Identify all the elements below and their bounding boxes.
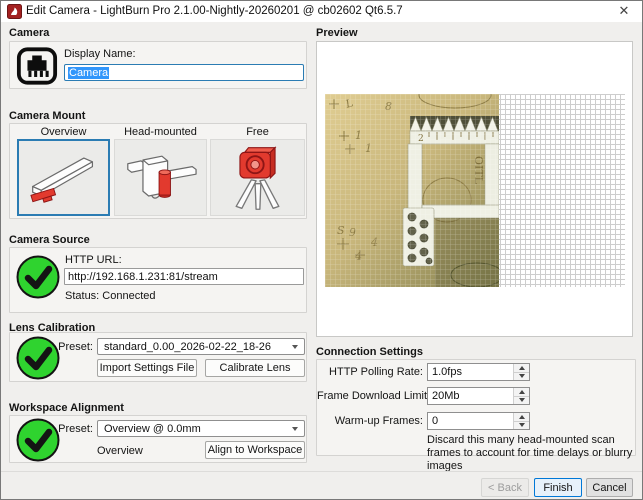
lens-preset-label: Preset: (58, 341, 93, 353)
workspace-alignment-group: Preset: Overview @ 0.0mm Overview Align … (9, 415, 307, 463)
tripod-camera-icon (235, 146, 280, 210)
workspace-alignment-section-header: Workspace Alignment (9, 402, 124, 414)
mount-head-mounted-label: Head-mounted (124, 126, 197, 138)
mount-option-head-mounted[interactable] (114, 139, 207, 216)
back-button[interactable]: < Back (481, 478, 529, 497)
download-limit-label: Frame Download Limit: (317, 390, 431, 402)
polling-rate-value: 1.0fps (432, 366, 462, 378)
lens-preset-combo[interactable]: standard_0.00_2026-02-22_18-26 (97, 338, 305, 355)
http-url-input[interactable] (64, 268, 304, 285)
camera-section-header: Camera (9, 27, 50, 39)
camera-preview-image: L 8 1 1 S 9 4 4 2 (325, 94, 499, 287)
warmup-frames-spinbox[interactable]: 0 (427, 412, 530, 430)
polling-rate-down-icon[interactable] (514, 371, 529, 380)
connection-settings-group: HTTP Polling Rate: 1.0fps Frame Download… (316, 359, 636, 472)
connection-settings-section-header: Connection Settings (316, 346, 423, 358)
preview-section-header: Preview (316, 27, 358, 39)
finish-button[interactable]: Finish (534, 478, 582, 497)
download-limit-up-icon[interactable] (514, 388, 529, 396)
display-name-input[interactable]: Camera (64, 64, 304, 81)
camera-mount-group: Overview Head-mounted Free (9, 123, 307, 219)
mount-overview-label: Overview (40, 126, 87, 138)
close-icon[interactable]: ✕ (614, 3, 634, 19)
lens-preset-dropdown-arrow-icon (292, 344, 298, 349)
download-limit-down-icon[interactable] (514, 395, 529, 404)
align-to-workspace-button[interactable]: Align to Workspace (205, 441, 305, 459)
warmup-frames-value: 0 (432, 415, 439, 427)
camera-source-group: HTTP URL: Status: Connected (9, 247, 307, 313)
polling-rate-up-icon[interactable] (514, 364, 529, 372)
status-text: Status: Connected (65, 290, 156, 302)
title-bar: Edit Camera - LightBurn Pro 2.1.00-Night… (1, 1, 642, 22)
camera-group: Display Name: Camera (9, 41, 307, 89)
preview-panel: L 8 1 1 S 9 4 4 2 (316, 41, 633, 337)
alignment-preset-value: Overview @ 0.0mm (104, 422, 201, 435)
display-name-value: Camera (68, 66, 110, 79)
overview-rail-icon (30, 157, 94, 203)
mount-free-label: Free (246, 126, 269, 138)
import-settings-file-button[interactable]: Import Settings File (97, 359, 197, 377)
alignment-preset-label: Preset: (58, 423, 93, 435)
lens-preset-value: standard_0.00_2026-02-22_18-26 (104, 340, 271, 353)
mount-option-overview[interactable] (17, 139, 110, 216)
calibrate-lens-button[interactable]: Calibrate Lens (205, 359, 305, 377)
warmup-hint-text: Discard this many head-mounted scan fram… (427, 434, 633, 472)
alignment-preset-combo[interactable]: Overview @ 0.0mm (97, 420, 305, 437)
polling-rate-spinbox[interactable]: 1.0fps (427, 363, 530, 381)
lens-calibration-group: Preset: standard_0.00_2026-02-22_18-26 I… (9, 332, 307, 382)
download-limit-spinbox[interactable]: 20Mb (427, 387, 530, 405)
camera-mount-section-header: Camera Mount (9, 110, 86, 122)
http-url-label: HTTP URL: (65, 254, 122, 266)
mount-option-free[interactable] (210, 139, 305, 216)
cancel-button[interactable]: Cancel (586, 478, 633, 497)
download-limit-value: 20Mb (432, 390, 460, 402)
ip-camera-icon (16, 47, 58, 85)
polling-rate-label: HTTP Polling Rate: (329, 366, 423, 378)
window-title: Edit Camera - LightBurn Pro 2.1.00-Night… (26, 5, 403, 17)
lightburn-logo-icon (7, 4, 22, 19)
footer-separator (1, 471, 642, 472)
alignment-preset-dropdown-arrow-icon (292, 426, 298, 431)
display-name-label: Display Name: (64, 48, 136, 60)
warmup-frames-down-icon[interactable] (514, 420, 529, 429)
head-mounted-icon (127, 155, 197, 199)
workspace-grid: L 8 1 1 S 9 4 4 2 (325, 94, 625, 287)
edit-camera-dialog: Edit Camera - LightBurn Pro 2.1.00-Night… (0, 0, 643, 500)
camera-source-section-header: Camera Source (9, 234, 90, 246)
warmup-frames-up-icon[interactable] (514, 413, 529, 421)
source-ok-check-icon (16, 255, 60, 299)
warmup-frames-label: Warm-up Frames: (334, 415, 423, 427)
alignment-mode-label: Overview (97, 445, 143, 457)
